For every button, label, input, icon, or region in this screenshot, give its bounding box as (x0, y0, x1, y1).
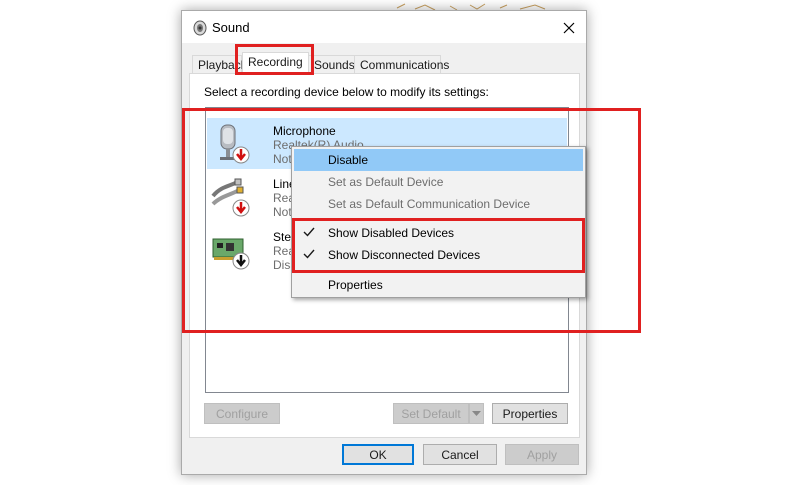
sound-card-icon (212, 238, 250, 270)
speaker-icon (193, 20, 207, 36)
menu-item-disable[interactable]: Disable (294, 149, 583, 171)
cancel-button[interactable]: Cancel (423, 444, 497, 465)
tab-strip: Playback Recording Sounds Communications (182, 52, 586, 74)
line-in-cable-icon (211, 178, 250, 217)
menu-item-set-default-device[interactable]: Set as Default Device (294, 171, 583, 193)
tab-recording[interactable]: Recording (242, 52, 309, 74)
instruction-text: Select a recording device below to modif… (204, 85, 489, 99)
device-name: Microphone (273, 124, 336, 138)
close-icon[interactable] (558, 17, 580, 39)
menu-item-show-disconnected-devices[interactable]: Show Disconnected Devices (294, 244, 583, 266)
checkmark-icon (303, 249, 315, 259)
tab-communications[interactable]: Communications (354, 55, 449, 74)
set-default-dropdown[interactable] (469, 403, 484, 424)
apply-button[interactable]: Apply (505, 444, 579, 465)
title-bar: Sound (182, 11, 586, 43)
menu-item-label: Show Disabled Devices (328, 226, 455, 240)
microphone-icon (220, 124, 250, 164)
checkmark-icon (303, 227, 315, 237)
menu-item-label: Disable (328, 153, 369, 167)
menu-item-label: Show Disconnected Devices (328, 248, 481, 262)
menu-item-properties[interactable]: Properties (294, 274, 583, 296)
ok-button[interactable]: OK (342, 444, 414, 465)
tab-sounds[interactable]: Sounds (308, 55, 355, 74)
window-title: Sound (212, 20, 250, 35)
menu-item-label: Properties (328, 278, 383, 292)
menu-item-label: Set as Default Device (328, 175, 444, 189)
menu-item-set-default-communication-device[interactable]: Set as Default Communication Device (294, 193, 583, 215)
menu-separator (322, 270, 580, 271)
menu-item-label: Set as Default Communication Device (328, 197, 531, 211)
menu-item-show-disabled-devices[interactable]: Show Disabled Devices (294, 222, 583, 244)
menu-separator (322, 218, 580, 219)
chevron-down-icon (472, 410, 481, 416)
properties-button[interactable]: Properties (492, 403, 568, 424)
context-menu: Disable Set as Default Device Set as Def… (291, 146, 586, 298)
device-status: Not (273, 152, 292, 166)
device-status: Not (273, 205, 292, 219)
tab-playback[interactable]: Playback (192, 55, 247, 74)
set-default-button[interactable]: Set Default (393, 403, 469, 424)
configure-button[interactable]: Configure (204, 403, 280, 424)
